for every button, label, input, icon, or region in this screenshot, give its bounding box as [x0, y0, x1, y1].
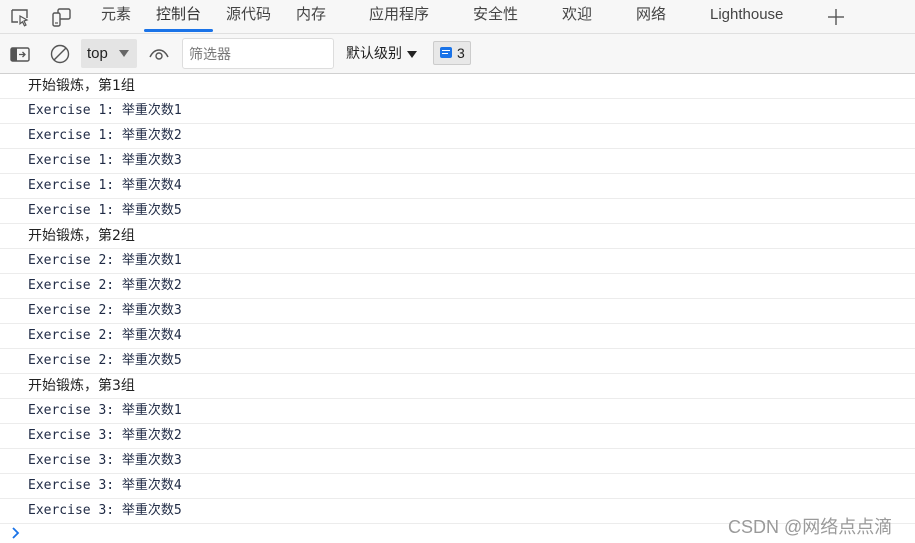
live-expression-eye-icon[interactable] — [148, 43, 170, 65]
console-message: Exercise 1: 举重次数2 — [0, 124, 915, 149]
console-message: Exercise 1: 举重次数5 — [0, 199, 915, 224]
tab-lighthouse[interactable]: Lighthouse — [710, 0, 783, 33]
tab-sources[interactable]: 源代码 — [226, 0, 271, 33]
console-message: 开始锻炼，第3组 — [0, 374, 915, 399]
console-message: Exercise 2: 举重次数4 — [0, 324, 915, 349]
console-message: Exercise 2: 举重次数5 — [0, 349, 915, 374]
console-message: Exercise 1: 举重次数3 — [0, 149, 915, 174]
console-message: Exercise 1: 举重次数4 — [0, 174, 915, 199]
console-message: Exercise 3: 举重次数2 — [0, 424, 915, 449]
chevron-down-icon — [119, 50, 129, 57]
watermark: CSDN @网络点点滴 — [728, 517, 893, 537]
tab-application[interactable]: 应用程序 — [369, 0, 429, 33]
message-icon — [440, 47, 452, 58]
console-message: Exercise 3: 举重次数4 — [0, 474, 915, 499]
console-message: Exercise 2: 举重次数1 — [0, 249, 915, 274]
log-level-label: 默认级别 — [346, 45, 402, 61]
log-level-dropdown[interactable]: 默认级别 — [346, 34, 417, 74]
message-count: 3 — [457, 45, 465, 61]
tab-console[interactable]: 控制台 — [143, 0, 214, 33]
console-message: Exercise 3: 举重次数1 — [0, 399, 915, 424]
tab-elements[interactable]: 元素 — [101, 0, 131, 33]
console-toolbar: top 默认级别 3 — [0, 34, 915, 74]
devtools-tab-bar: 元素 控制台 源代码 内存 应用程序 安全性 欢迎 网络 Lighthouse — [0, 0, 915, 34]
inspect-element-icon[interactable] — [9, 6, 31, 28]
clear-console-icon[interactable] — [49, 43, 71, 65]
console-message: 开始锻炼，第2组 — [0, 224, 915, 249]
message-count-button[interactable]: 3 — [433, 41, 471, 65]
tab-memory[interactable]: 内存 — [296, 0, 326, 33]
tab-welcome[interactable]: 欢迎 — [562, 0, 592, 33]
caret-down-icon — [407, 50, 417, 58]
context-selector[interactable]: top — [81, 39, 137, 68]
show-sidebar-icon[interactable] — [9, 43, 31, 65]
device-toolbar-icon[interactable] — [50, 6, 72, 28]
filter-input[interactable] — [182, 38, 334, 69]
tab-network[interactable]: 网络 — [636, 0, 666, 33]
context-value: top — [87, 45, 108, 62]
console-message: 开始锻炼，第1组 — [0, 74, 915, 99]
console-message: Exercise 2: 举重次数2 — [0, 274, 915, 299]
console-message: Exercise 3: 举重次数3 — [0, 449, 915, 474]
console-output: 开始锻炼，第1组 Exercise 1: 举重次数1 Exercise 1: 举重次… — [0, 74, 915, 524]
console-prompt-chevron-icon[interactable] — [10, 525, 22, 541]
console-message: Exercise 2: 举重次数3 — [0, 299, 915, 324]
add-tab-icon[interactable] — [825, 6, 847, 28]
tab-security[interactable]: 安全性 — [473, 0, 518, 33]
console-message: Exercise 1: 举重次数1 — [0, 99, 915, 124]
